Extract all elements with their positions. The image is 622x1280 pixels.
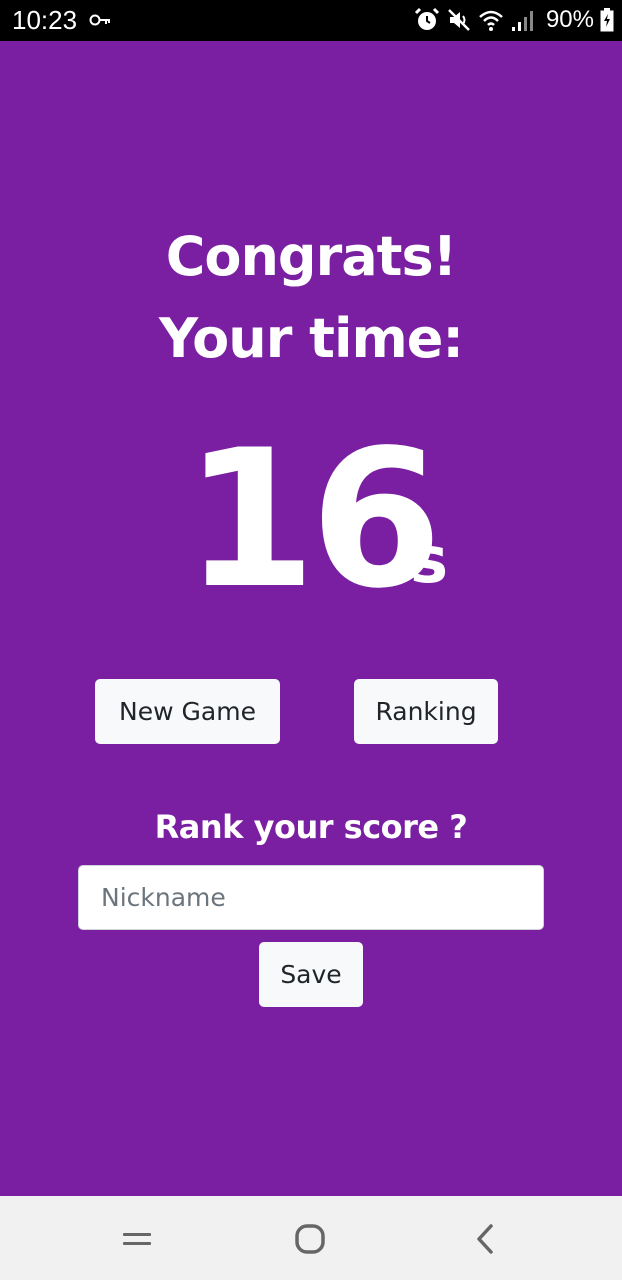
alarm-icon xyxy=(414,7,440,30)
back-icon xyxy=(477,1224,493,1254)
game-over-screen: 10:23 90% Congrats! Your time: 16 s New … xyxy=(0,0,622,1280)
navigation-bar xyxy=(0,1196,622,1280)
new-game-button[interactable]: New Game xyxy=(95,679,280,744)
status-bar: 10:23 90% xyxy=(0,0,622,41)
save-button[interactable]: Save xyxy=(259,942,363,1007)
ranking-button[interactable]: Ranking xyxy=(354,679,498,744)
recent-apps-button[interactable] xyxy=(112,1214,162,1264)
home-icon xyxy=(295,1224,325,1254)
nickname-input[interactable] xyxy=(78,865,544,930)
time-unit: s xyxy=(410,524,449,598)
status-time: 10:23 xyxy=(12,5,78,35)
status-icons: 90% xyxy=(414,4,614,36)
your-time-heading: Your time: xyxy=(159,307,464,370)
battery-percent: 90% xyxy=(545,6,594,33)
vpn-key-icon xyxy=(89,14,110,26)
recent-apps-icon xyxy=(123,1233,151,1245)
time-value: 16 xyxy=(184,409,442,630)
home-button[interactable] xyxy=(285,1214,335,1264)
wifi-icon xyxy=(479,10,503,31)
rank-score-prompt: Rank your score ? xyxy=(154,808,468,846)
mute-icon xyxy=(448,9,470,31)
back-button[interactable] xyxy=(460,1214,510,1264)
congrats-heading: Congrats! xyxy=(165,225,457,288)
battery-charging-icon xyxy=(600,8,614,32)
signal-icon xyxy=(511,11,533,31)
